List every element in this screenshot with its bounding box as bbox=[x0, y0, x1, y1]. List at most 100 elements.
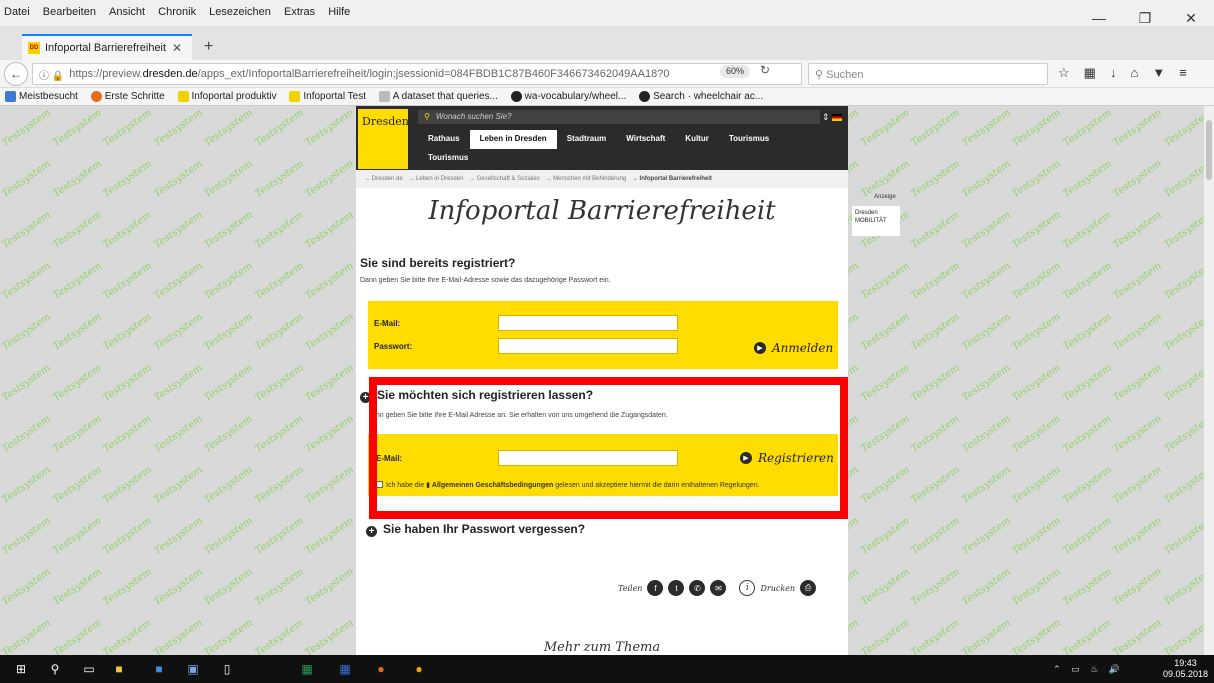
bookmark-erste-schritte[interactable]: Erste Schritte bbox=[86, 88, 170, 102]
nav-tourismus[interactable]: Tourismus bbox=[719, 130, 779, 149]
breadcrumb-item[interactable]: → Gesellschaft & Soziales bbox=[469, 176, 540, 182]
toolbar-icons: ☆ ▦ ↓ ⌂ ▼ ≡ bbox=[1058, 65, 1187, 81]
bookmark-star-icon[interactable]: ☆ bbox=[1058, 65, 1070, 81]
forgot-password-title[interactable]: + Sie haben Ihr Passwort vergessen? bbox=[366, 522, 585, 537]
task-view-icon[interactable]: ▭ bbox=[80, 660, 98, 678]
expand-plus-icon: + bbox=[360, 392, 371, 403]
menu-hilfe[interactable]: Hilfe bbox=[323, 0, 355, 18]
site-info-icon[interactable]: ⓘ 🔒 bbox=[33, 67, 69, 82]
bookmark-meistbesucht[interactable]: Meistbesucht bbox=[0, 88, 83, 102]
scrollbar-thumb[interactable] bbox=[1206, 120, 1212, 180]
register-section-title[interactable]: + Sie möchten sich registrieren lassen? bbox=[360, 388, 593, 403]
windows-taskbar: ⊞ ⚲ ▭ ■ ■ ▣ ▯ ▦ ▦ ● ● ⌃ ▭ ♨ 🔊 19:43 09.0… bbox=[0, 655, 1214, 683]
print-icon[interactable]: ⎙ bbox=[800, 580, 817, 596]
bookmark-wa-vocabulary[interactable]: wa-vocabulary/wheel... bbox=[506, 88, 632, 102]
download-icon[interactable]: ↓ bbox=[1110, 65, 1117, 81]
search-placeholder: Suchen bbox=[826, 69, 864, 81]
page-scrollbar[interactable] bbox=[1204, 106, 1214, 655]
pocket-icon[interactable]: ▼ bbox=[1152, 65, 1165, 81]
nav-tourismus-2[interactable]: Tourismus bbox=[418, 149, 478, 168]
dresden-logo[interactable]: Dresden. bbox=[358, 109, 408, 169]
folder-icon bbox=[5, 91, 16, 102]
register-email-label: E-Mail: bbox=[376, 454, 403, 463]
language-selector[interactable]: ⇕ bbox=[822, 112, 843, 123]
remote-desktop-icon[interactable]: ▣ bbox=[184, 660, 202, 678]
bookmark-search-wheelchair[interactable]: Search · wheelchair ac... bbox=[634, 88, 768, 102]
main-content: Dresden. ⚲ Wonach suchen Sie? ⇕ Rathaus Le… bbox=[356, 106, 848, 655]
page-viewport: Testsystem Testsystem Testsystem Testsystem… bbox=[0, 106, 1214, 655]
new-tab-icon[interactable]: + bbox=[204, 38, 213, 56]
word-icon[interactable]: ▦ bbox=[336, 660, 354, 678]
tab-close-icon[interactable]: ✕ bbox=[172, 41, 182, 55]
menu-bearbeiten[interactable]: Bearbeiten bbox=[38, 0, 101, 18]
nav-leben-in-dresden[interactable]: Leben in Dresden bbox=[469, 130, 557, 149]
document-icon[interactable]: ▯ bbox=[218, 660, 236, 678]
file-explorer-icon[interactable]: ■ bbox=[110, 660, 128, 678]
ad-banner[interactable]: Dresden MOBILITÄT bbox=[852, 206, 900, 236]
bookmark-infoportal-produktiv[interactable]: Infoportal produktiv bbox=[173, 88, 282, 102]
reload-icon[interactable]: ↻ bbox=[760, 63, 770, 77]
page-title: Infoportal Barrierefreiheit bbox=[428, 196, 776, 226]
system-tray-icons[interactable]: ⌃ ▭ ♨ 🔊 bbox=[1053, 664, 1124, 675]
info-icon[interactable]: i bbox=[739, 580, 756, 596]
breadcrumb: → Dresden.de → Leben in Dresden → Gesell… bbox=[356, 170, 848, 188]
firefox-icon[interactable]: ● bbox=[372, 660, 390, 678]
search-input[interactable]: ⚲ Suchen bbox=[808, 63, 1048, 85]
nav-stadtraum[interactable]: Stadtraum bbox=[557, 130, 617, 149]
zoom-level[interactable]: 60% bbox=[720, 65, 751, 78]
more-topic-heading: Mehr zum Thema bbox=[543, 640, 661, 655]
menu-lesezeichen[interactable]: Lesezeichen bbox=[204, 0, 276, 18]
bookmarks-bar: Meistbesucht Erste Schritte Infoportal p… bbox=[0, 88, 1214, 106]
search-icon[interactable]: ⚲ bbox=[46, 660, 64, 678]
agb-link[interactable]: Allgemeinen Geschäftsbedingungen bbox=[432, 482, 553, 489]
login-password-label: Passwort: bbox=[374, 342, 413, 351]
menu-ansicht[interactable]: Ansicht bbox=[104, 0, 150, 18]
bookmark-infoportal-test[interactable]: Infoportal Test bbox=[284, 88, 371, 102]
login-section-text: Dann geben Sie bitte Ihre E-Mail-Adresse… bbox=[360, 277, 611, 284]
register-button[interactable]: ▶ Registrieren bbox=[740, 451, 834, 465]
main-navigation: Rathaus Leben in Dresden Stadtraum Wirtscha… bbox=[418, 130, 848, 168]
login-email-input[interactable] bbox=[498, 315, 678, 331]
site-search-input[interactable]: ⚲ Wonach suchen Sie? bbox=[418, 110, 820, 124]
library-icon[interactable]: ▦ bbox=[1084, 65, 1096, 81]
twitter-icon[interactable]: t bbox=[668, 580, 685, 596]
login-form: E-Mail: Passwort: ▶ Anmelden bbox=[368, 301, 838, 369]
site-header: Dresden. ⚲ Wonach suchen Sie? ⇕ Rathaus Le… bbox=[356, 106, 848, 170]
page-icon bbox=[378, 91, 390, 102]
nav-wirtschaft[interactable]: Wirtschaft bbox=[616, 130, 675, 149]
whatsapp-icon[interactable]: ✆ bbox=[689, 580, 706, 596]
register-email-input[interactable] bbox=[498, 450, 678, 466]
tab-infoportal[interactable]: DD Infoportal Barrierefreiheit ✕ bbox=[22, 34, 192, 60]
arrow-right-icon: ▶ bbox=[754, 342, 766, 354]
login-button[interactable]: ▶ Anmelden bbox=[754, 341, 833, 355]
home-icon[interactable]: ⌂ bbox=[1130, 65, 1138, 81]
menu-bar: Datei Bearbeiten Ansicht Chronik Lesezei… bbox=[0, 0, 1214, 26]
breadcrumb-item[interactable]: → Leben in Dresden bbox=[408, 176, 463, 182]
nav-kultur[interactable]: Kultur bbox=[675, 130, 719, 149]
app-icon[interactable]: ■ bbox=[150, 660, 168, 678]
firefox-icon bbox=[90, 91, 102, 102]
breadcrumb-item[interactable]: → Menschen mit Behinderung bbox=[545, 176, 626, 182]
hamburger-menu-icon[interactable]: ≡ bbox=[1179, 65, 1187, 81]
menu-chronik[interactable]: Chronik bbox=[153, 0, 201, 18]
url-bar[interactable]: ⓘ 🔒 https://preview.dresden.de/apps_ext/… bbox=[32, 63, 802, 85]
email-icon[interactable]: ✉ bbox=[710, 580, 727, 596]
arrow-right-icon: ▶ bbox=[740, 452, 752, 464]
agb-checkbox-row: Ich habe die ▮ Allgemeinen Geschäftsbedi… bbox=[376, 481, 760, 489]
login-password-input[interactable] bbox=[498, 338, 678, 354]
bookmark-dataset[interactable]: A dataset that queries... bbox=[374, 88, 503, 102]
agb-checkbox[interactable] bbox=[376, 481, 383, 488]
app-orange-icon[interactable]: ● bbox=[410, 660, 428, 678]
excel-icon[interactable]: ▦ bbox=[298, 660, 316, 678]
facebook-icon[interactable]: f bbox=[647, 580, 664, 596]
menu-extras[interactable]: Extras bbox=[279, 0, 320, 18]
login-email-label: E-Mail: bbox=[374, 319, 401, 328]
breadcrumb-item[interactable]: → Dresden.de bbox=[364, 176, 403, 182]
share-row: Teilen f t ✆ ✉ i Drucken ⎙ bbox=[618, 580, 817, 596]
menu-datei[interactable]: Datei bbox=[0, 0, 35, 18]
taskbar-clock[interactable]: 19:43 09.05.2018 bbox=[1163, 658, 1208, 680]
windows-start-icon[interactable]: ⊞ bbox=[12, 660, 30, 678]
register-form: E-Mail: ▶ Registrieren Ich habe die ▮ All… bbox=[368, 434, 838, 496]
back-arrow-icon[interactable]: ← bbox=[4, 62, 28, 86]
nav-rathaus[interactable]: Rathaus bbox=[418, 130, 470, 149]
